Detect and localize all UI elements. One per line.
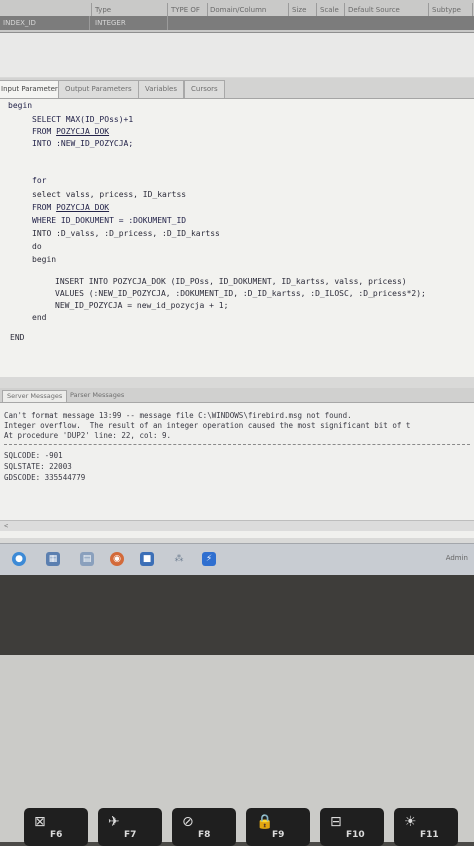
grid-col-default-source[interactable]: Default Source [345,3,429,17]
grid-col-scale[interactable]: Scale [317,3,345,17]
code-line: FROM POZYCJA_DOK [32,127,109,136]
ibexpert-icon[interactable]: ⚡ [202,552,216,566]
tab-variables[interactable]: Variables [138,80,184,98]
key-label: F8 [198,830,211,840]
code-table-name: POZYCJA_DOK [56,127,110,136]
message-line: SQLSTATE: 22003 [4,462,72,471]
code-line: begin [8,101,33,110]
scroll-left-icon[interactable]: < [4,522,8,530]
server-messages-panel: Can't format message 13:99 -- message fi… [0,402,474,538]
code-line: for [32,176,47,185]
tab-server-messages[interactable]: Server Messages [2,390,68,402]
message-line: Can't format message 13:99 -- message fi… [4,411,352,420]
code-line: NEW_ID_POZYCJA = new_id_pozycja + 1; [55,301,229,310]
message-line: GDSCODE: 335544779 [4,473,86,482]
tab-output-parameters[interactable]: Output Parameters [58,80,139,98]
key-label: F6 [50,830,63,840]
message-line: At procedure 'DUP2' line: 22, col: 9. [4,431,172,440]
app-grid-icon[interactable]: ▦ [46,552,60,566]
code-line: select valss, pricess, ID_kartss [32,190,187,199]
code-line: WHERE ID_DOKUMENT = :DOKUMENT_ID [32,216,187,225]
code-line: FROM POZYCJA_DOK [32,203,109,212]
code-line: end [32,313,47,322]
editor-tabs: Input Parameters Output Parameters Varia… [0,78,474,99]
grid-cell-name[interactable]: INDEX_ID [0,16,90,30]
code-keyword: FROM [32,127,57,136]
code-keyword: FROM [32,203,57,212]
code-line: do [32,242,42,251]
key-f6[interactable]: ⊠ F6 [24,808,88,846]
code-line: END [10,333,25,342]
key-label: F9 [272,830,285,840]
message-line: Integer overflow. The result of an integ… [4,421,411,430]
grid-selected-row[interactable]: INDEX_ID INTEGER [0,16,474,30]
code-line: begin [32,255,57,264]
key-label: F11 [420,830,439,840]
message-tabs: Server Messages Parser Messages [0,388,474,402]
laptop-bezel [0,575,474,655]
code-line: VALUES (:NEW_ID_POZYCJA, :DOKUMENT_ID, :… [55,289,426,298]
horizontal-scrollbar[interactable]: < [0,520,474,531]
key-f8[interactable]: ⊘ F8 [172,808,236,846]
key-f9[interactable]: 🔒 F9 [246,808,310,846]
grid-col-size[interactable]: Size [289,3,317,17]
airplane-icon: ✈ [108,814,120,830]
firefox-icon[interactable]: ◉ [110,552,124,566]
tab-parser-messages[interactable]: Parser Messages [66,390,128,401]
key-f7[interactable]: ✈ F7 [98,808,162,846]
parameter-grid-body [0,33,474,77]
code-line: INTO :NEW_ID_POZYCJA; [32,139,134,148]
grid-col-type-of[interactable]: TYPE OF [168,3,208,17]
key-label: F10 [346,830,365,840]
lock-icon: 🔒 [256,814,274,830]
network-icon[interactable]: ⁂ [172,552,186,566]
chrome-icon[interactable]: ● [12,552,26,566]
key-f11[interactable]: ☀ F11 [394,808,458,846]
tab-cursors[interactable]: Cursors [184,80,225,98]
code-line: SELECT MAX(ID_POss)+1 [32,115,134,124]
grid-col-blank [0,3,92,17]
display-switch-icon: ⊟ [330,814,342,830]
code-line: INSERT INTO POZYCJA_DOK (ID_POss, ID_DOK… [55,277,407,286]
key-f10[interactable]: ⊟ F10 [320,808,384,846]
key-label: F7 [124,830,137,840]
folder-icon[interactable]: ▤ [80,552,94,566]
touchpad-off-icon: ⊠ [34,814,46,830]
code-line: INTO :D_valss, :D_pricess, :D_ID_kartss [32,229,220,238]
message-divider [4,444,470,445]
grid-col-domain[interactable]: Domain/Column [207,3,289,17]
grid-header-row: Type TYPE OF Domain/Column Size Scale De… [0,3,474,17]
windows-taskbar: ● ▦ ▤ ◉ ■ ⁂ ⚡ Admin [0,543,474,575]
message-line: SQLCODE: -901 [4,451,63,460]
admin-label: Admin [445,554,468,562]
media-icon[interactable]: ■ [140,552,154,566]
grid-col-subtype[interactable]: Subtype [429,3,473,17]
parameter-grid-header: Type TYPE OF Domain/Column Size Scale De… [0,0,474,33]
sql-code-editor[interactable]: begin SELECT MAX(ID_POss)+1 FROM POZYCJA… [0,99,474,377]
brightness-icon: ☀ [404,814,417,830]
camera-off-icon: ⊘ [182,814,194,830]
grid-col-type[interactable]: Type [92,3,168,17]
laptop-screen: Type TYPE OF Domain/Column Size Scale De… [0,0,474,575]
grid-cell-type[interactable]: INTEGER [92,16,168,30]
code-table-name: POZYCJA_DOK [56,203,110,212]
